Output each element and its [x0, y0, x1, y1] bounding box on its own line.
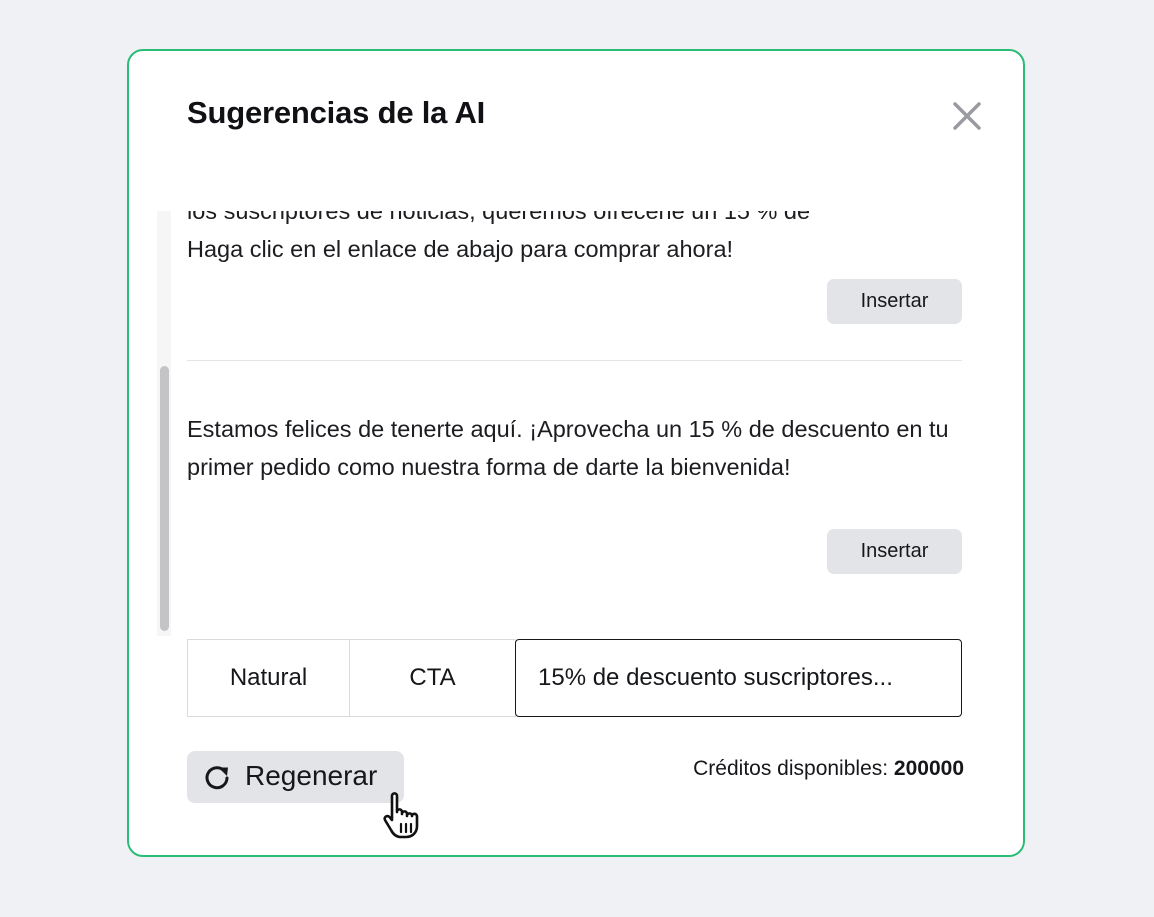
refresh-icon — [205, 766, 229, 790]
tone-select[interactable]: Natural — [187, 639, 350, 717]
scrollbar[interactable] — [157, 211, 171, 636]
credits-value: 200000 — [893, 757, 964, 780]
credits-label: Créditos disponibles: — [693, 757, 894, 780]
insert-button[interactable]: Insertar — [827, 529, 962, 574]
insert-button[interactable]: Insertar — [827, 279, 962, 324]
suggestions-list[interactable]: los suscriptores de noticias, queremos o… — [157, 211, 965, 636]
close-icon[interactable] — [949, 98, 985, 134]
type-select[interactable]: CTA — [349, 639, 516, 717]
regenerate-button[interactable]: Regenerar — [187, 751, 404, 803]
prompt-input[interactable]: 15% de descuento suscriptores... — [515, 639, 962, 717]
suggestion-text: Estamos felices de tenerte aquí. ¡Aprove… — [187, 416, 949, 480]
regenerate-label: Regenerar — [245, 760, 378, 791]
divider — [187, 360, 962, 361]
modal-title: Sugerencias de la AI — [187, 95, 486, 130]
hand-pointer-cursor-icon — [383, 792, 419, 839]
ai-suggestions-modal: Sugerencias de la AI los suscriptores de… — [127, 49, 1025, 857]
suggestion-text-partial: los suscriptores de noticias, queremos o… — [187, 211, 811, 224]
suggestion-text: Haga clic en el enlace de abajo para com… — [187, 236, 734, 262]
scrollbar-thumb[interactable] — [160, 366, 169, 631]
credits-text: Créditos disponibles: 200000 — [589, 757, 964, 781]
